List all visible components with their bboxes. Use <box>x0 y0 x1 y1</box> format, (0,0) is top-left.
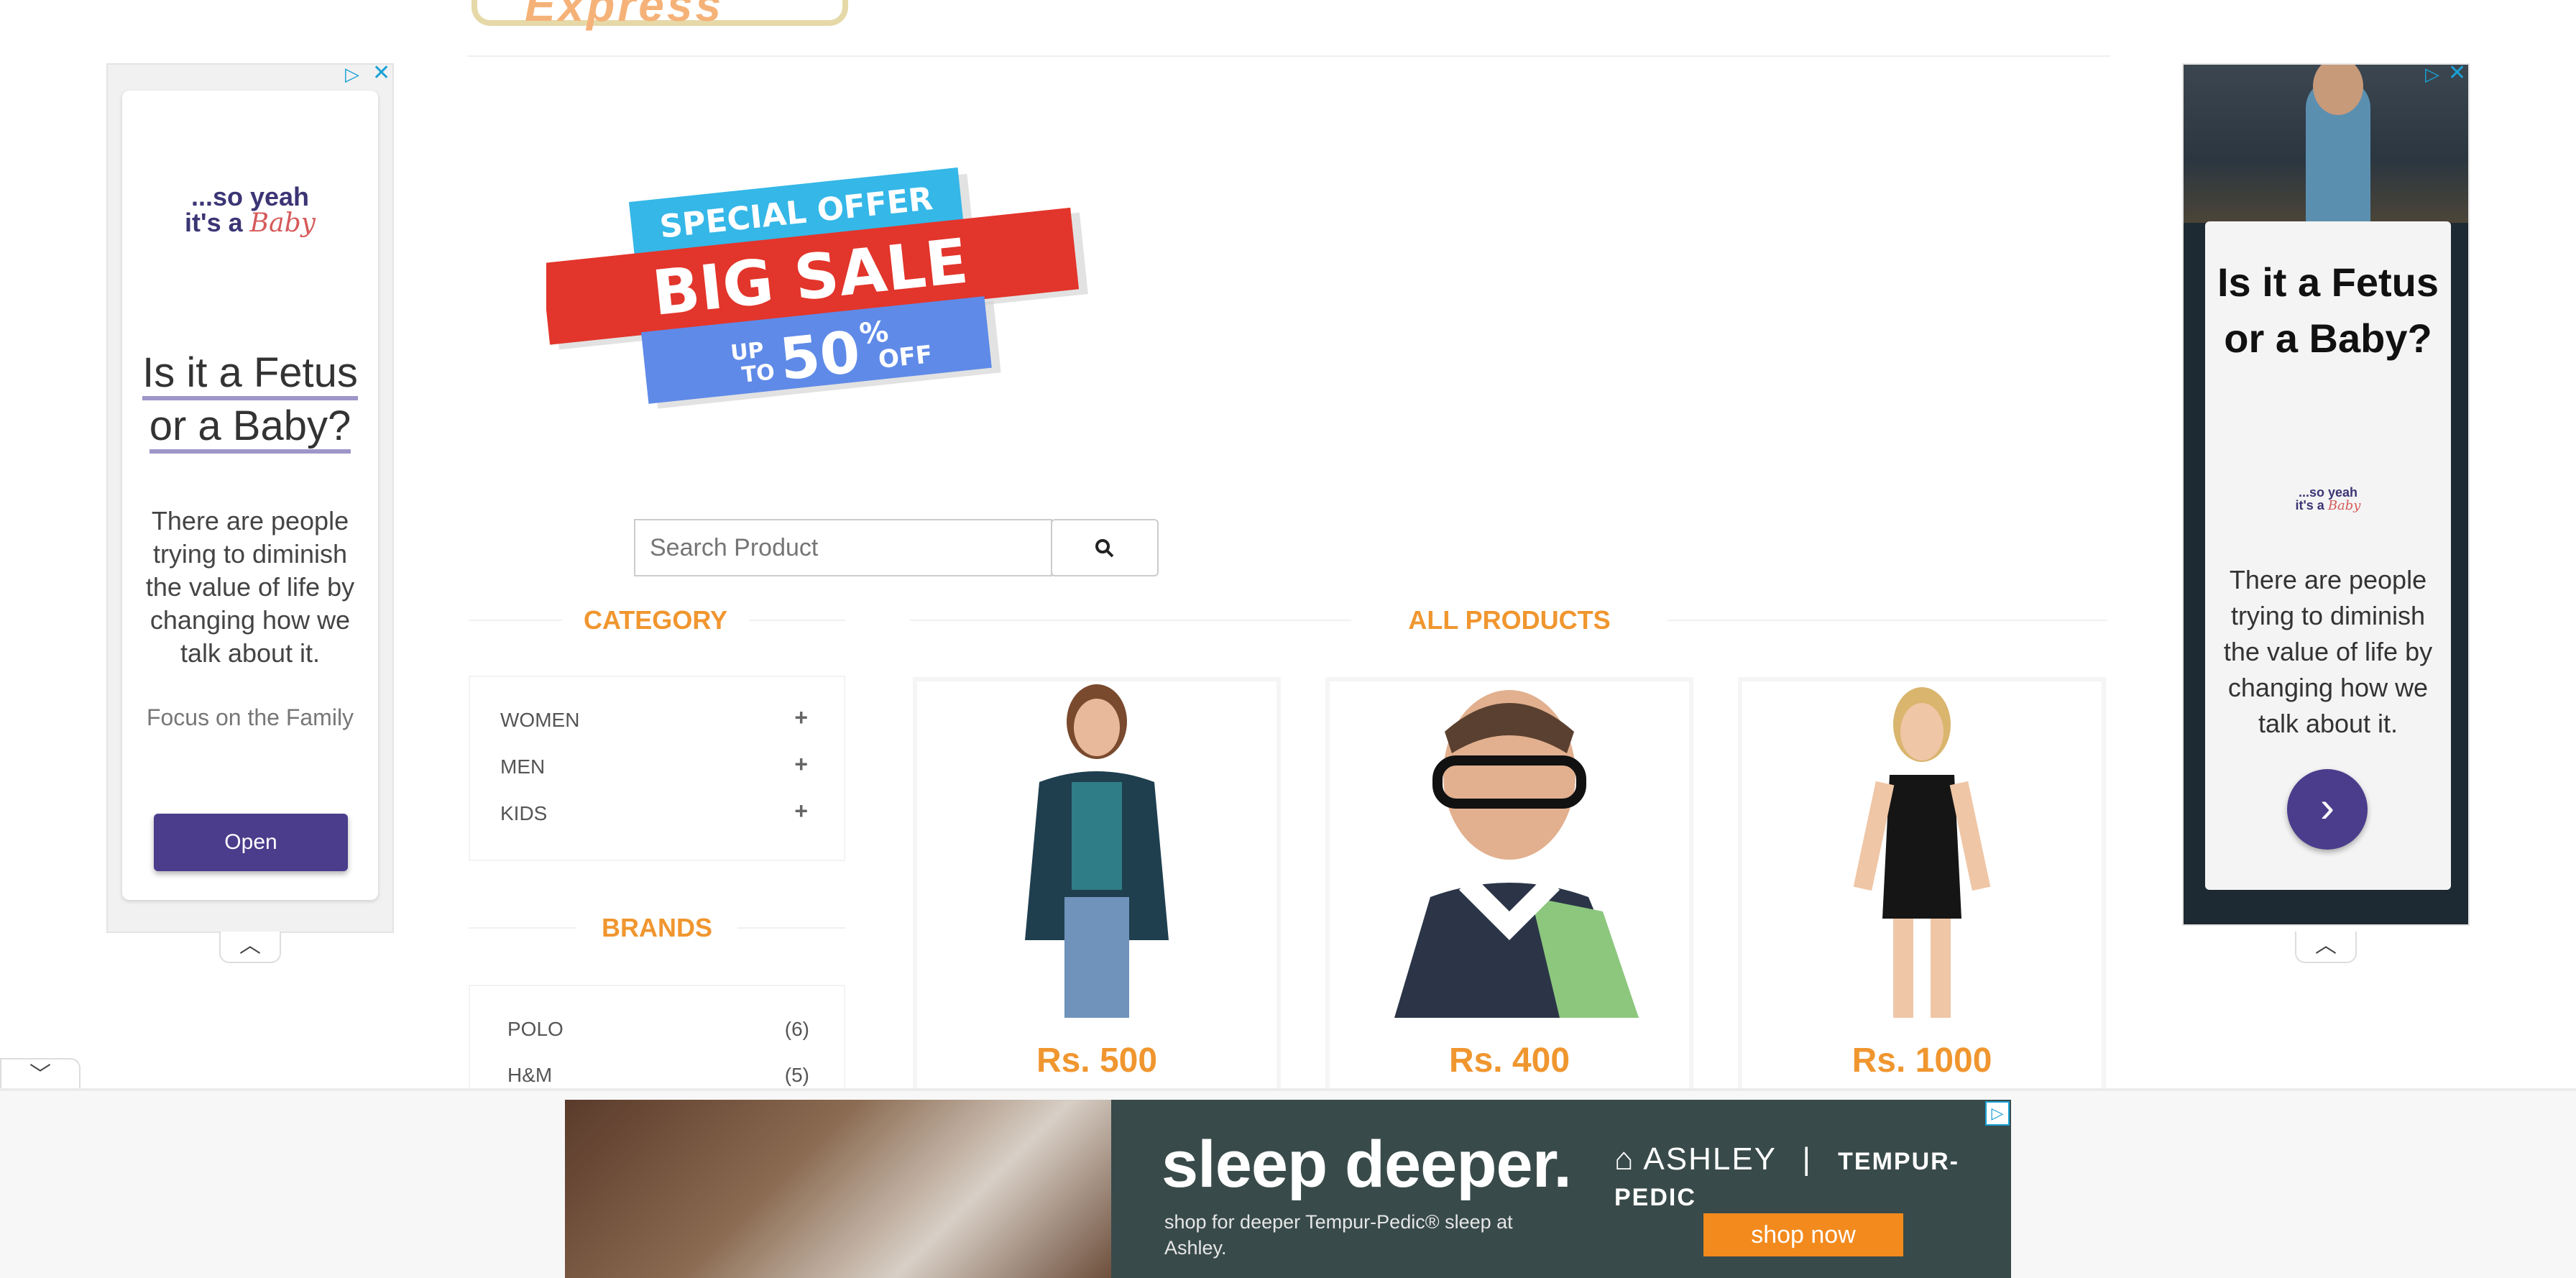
chevron-up-icon: ︿ <box>239 934 261 957</box>
category-item-women[interactable]: WOMEN <box>500 709 579 732</box>
close-icon[interactable]: ✕ <box>2448 65 2466 86</box>
left-ad-title[interactable]: Is it a Fetus or a Baby? <box>137 346 364 454</box>
brand-count: (6) <box>784 1018 809 1040</box>
products-title-rule-right <box>1668 620 2107 621</box>
close-icon[interactable]: ✕ <box>372 60 390 86</box>
chevron-up-icon: ︿ <box>2315 934 2337 957</box>
left-ad-open-button[interactable]: Open <box>154 814 348 871</box>
category-title-rule-left <box>469 620 562 621</box>
search-icon <box>1095 539 1114 558</box>
brands-title-rule-left <box>469 927 576 929</box>
sleep-ad-photo <box>565 1100 1111 1278</box>
search-input[interactable] <box>634 519 1052 576</box>
search-button[interactable] <box>1051 519 1159 576</box>
adchoices-icon[interactable]: ▷ <box>1985 1101 2010 1126</box>
product-image[interactable] <box>1742 681 2102 1018</box>
sleep-ad-subline: shop for deeper Tempur-Pedic® sleep at A… <box>1164 1211 1513 1259</box>
sleep-ad-brands: ⌂ ASHLEY | TEMPUR-PEDIC <box>1614 1141 1960 1211</box>
sleep-ad-headline: sleep deeper. <box>1162 1128 1572 1201</box>
product-price: Rs. 400 <box>1448 1042 1570 1080</box>
right-ad-collapse-button[interactable]: ︿ <box>2295 932 2357 963</box>
adchoices-icon[interactable]: ▷ <box>2425 65 2439 86</box>
sale-banner[interactable]: SPECIAL OFFER BIG SALE UP TO 50 % OFF <box>546 158 1121 431</box>
plus-icon[interactable]: + <box>794 704 808 731</box>
category-item-kids[interactable]: KIDS <box>500 802 547 825</box>
adchoices-icon[interactable]: ▷ <box>345 63 359 86</box>
brands-title: BRANDS <box>601 913 712 942</box>
left-ad[interactable]: ▷ ✕ ...so yeah it's a Baby Is it a Fetus… <box>106 60 394 933</box>
brands-title-rule-right <box>737 927 845 929</box>
right-ad-photo <box>2184 65 2468 223</box>
category-title-rule-right <box>749 620 845 621</box>
right-ad-description: There are people trying to diminish the … <box>2223 565 2433 738</box>
products-title-rule-left <box>910 620 1351 621</box>
product-price: Rs. 500 <box>1036 1042 1158 1080</box>
left-ad-card[interactable]: ...so yeah it's a Baby Is it a Fetus or … <box>122 91 378 900</box>
right-ad-brand-logo: ...so yeah it's a Baby <box>2295 485 2361 513</box>
category-item-men[interactable]: MEN <box>500 755 545 778</box>
product-card[interactable]: Rs. 500 <box>913 677 1281 1108</box>
left-ad-advertiser: Focus on the Family <box>146 704 354 730</box>
plus-icon[interactable]: + <box>794 798 808 824</box>
category-list: WOMEN + MEN + KIDS + <box>469 676 845 861</box>
product-card[interactable]: Rs. 1000 <box>1738 677 2106 1108</box>
site-logo-text: Express <box>525 0 724 31</box>
products-title: ALL PRODUCTS <box>1408 605 1611 635</box>
right-ad[interactable]: ▷ ✕ Is it a Fetus or a Baby? ...so yeah … <box>2182 63 2470 926</box>
product-card[interactable]: Rs. 400 <box>1325 677 1693 1108</box>
brand-item-polo[interactable]: POLO <box>507 1018 564 1041</box>
banner-percent: 50 <box>777 318 863 393</box>
brand-item-hm[interactable]: H&M <box>507 1064 552 1087</box>
product-image[interactable] <box>1330 681 1689 1018</box>
left-ad-collapse-button[interactable]: ︿ <box>219 932 281 963</box>
header-divider <box>467 55 2110 57</box>
plus-icon[interactable]: + <box>794 751 808 778</box>
right-ad-card[interactable]: Is it a Fetus or a Baby? ...so yeah it's… <box>2205 221 2451 890</box>
banner-off: OFF <box>877 340 934 374</box>
right-ad-title[interactable]: Is it a Fetus or a Baby? <box>2212 254 2444 367</box>
brand-count: (5) <box>784 1064 809 1086</box>
ashley-logo: ASHLEY <box>1643 1141 1777 1177</box>
house-icon: ⌂ <box>1614 1141 1635 1177</box>
left-ad-brand-logo: ...so yeah it's a Baby <box>185 182 316 238</box>
product-image[interactable] <box>917 681 1276 1018</box>
anchor-ad-toggle[interactable]: ﹀ <box>0 1058 80 1091</box>
left-ad-description: There are people trying to diminish the … <box>145 506 355 668</box>
sleep-ad[interactable]: sleep deeper. shop for deeper Tempur-Ped… <box>565 1100 2011 1278</box>
shop-now-button[interactable]: shop now <box>1703 1213 1903 1256</box>
chevron-right-icon[interactable]: › <box>2287 769 2368 850</box>
banner-to: TO <box>740 359 776 388</box>
product-price: Rs. 1000 <box>1852 1042 1992 1080</box>
category-title: CATEGORY <box>583 605 727 635</box>
chevron-down-icon: ﹀ <box>29 1063 51 1087</box>
